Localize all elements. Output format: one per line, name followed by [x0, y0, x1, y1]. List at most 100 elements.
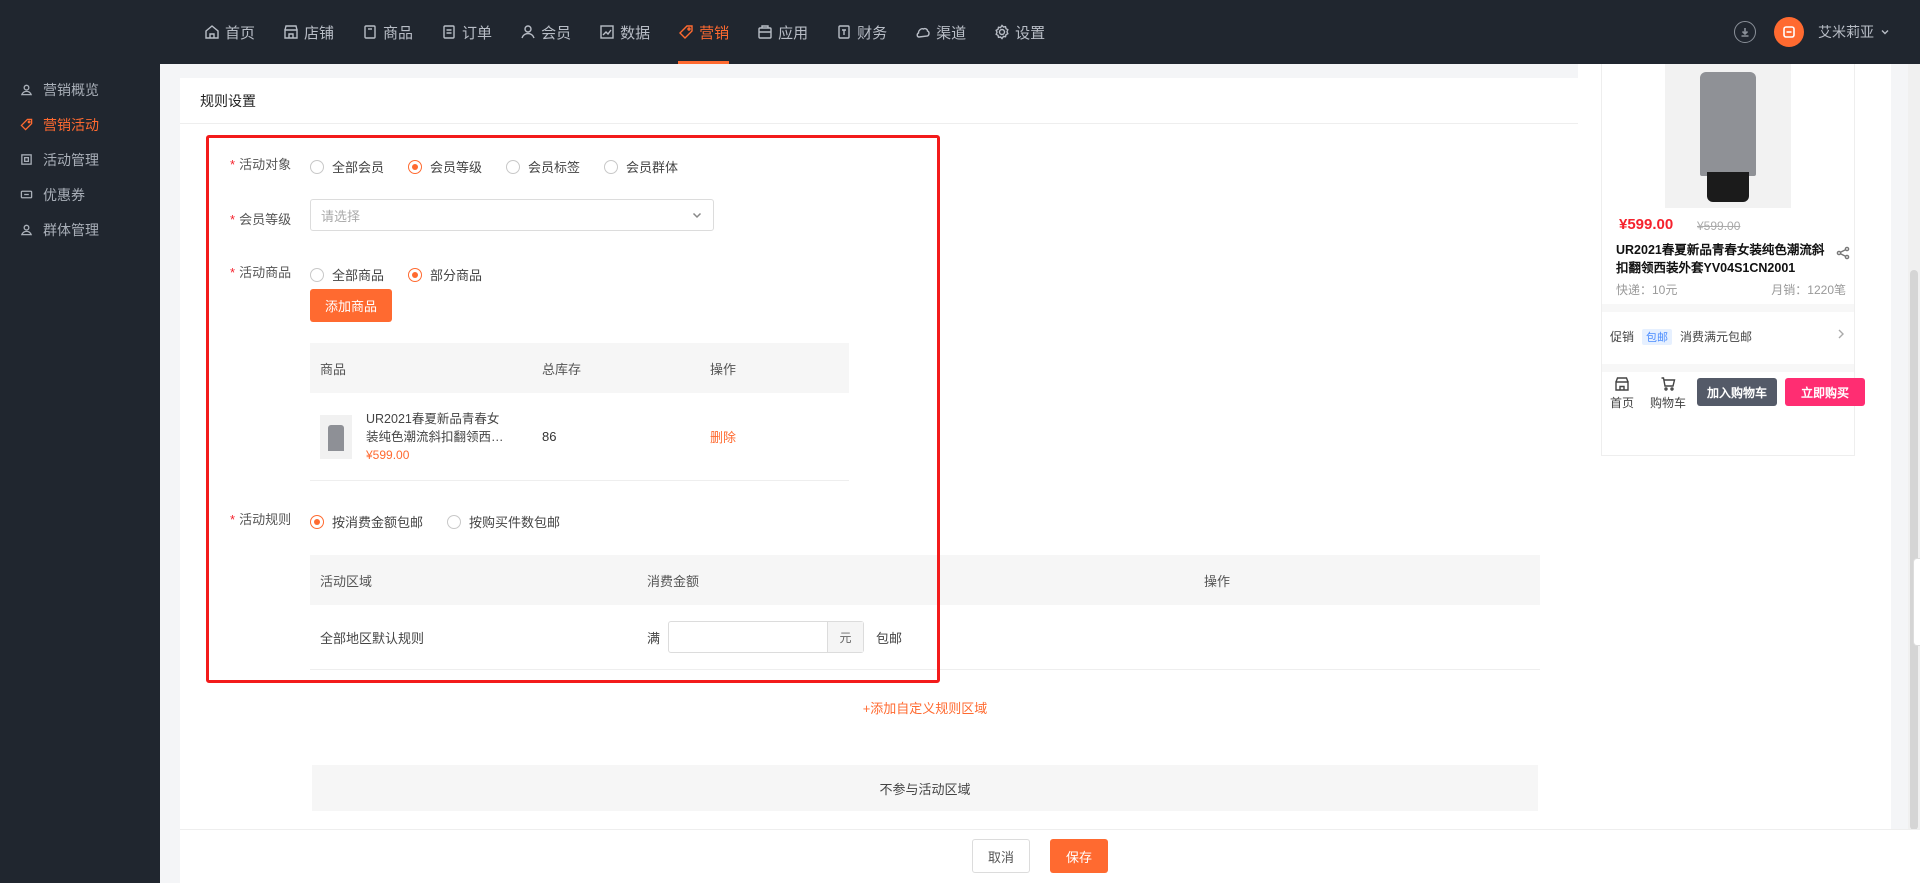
radio-dot[interactable] — [604, 159, 619, 174]
nav-item-channel[interactable]: 渠道 — [901, 0, 980, 64]
radio-partial-goods[interactable]: 部分商品 — [408, 265, 482, 284]
radio-label: 全部商品 — [332, 268, 385, 283]
download-icon[interactable] — [1734, 21, 1756, 43]
nav-item-store[interactable]: 店铺 — [269, 0, 348, 64]
level-label: * 会员等级 — [230, 209, 291, 228]
promo-text: 消费满元包邮 — [1680, 330, 1753, 344]
preview-old-price: ¥599.00 — [1697, 219, 1741, 233]
user-name[interactable]: 艾米莉亚 — [1818, 22, 1874, 42]
radio-all-goods[interactable]: 全部商品 — [310, 265, 384, 284]
sidebar-item-activities[interactable]: 营销活动 — [0, 107, 160, 142]
radio-dot[interactable] — [310, 514, 324, 529]
radio-dot[interactable] — [506, 159, 521, 174]
chevron-down-icon[interactable] — [1880, 27, 1890, 37]
sidebar-item-label: 营销概览 — [43, 81, 99, 98]
share-icon[interactable] — [1836, 246, 1850, 260]
add-region-link[interactable]: +添加自定义规则区域 — [310, 698, 1540, 717]
buy-now-button[interactable]: 立即购买 — [1785, 378, 1865, 406]
radio-label: 全部会员 — [332, 160, 385, 175]
add-to-cart-button[interactable]: 加入购物车 — [1697, 378, 1777, 406]
rule-table-header: 活动区域 消费金额 操作 — [310, 555, 1540, 605]
sidebar-item-overview[interactable]: 营销概览 — [0, 72, 160, 107]
goods-cell: UR2021春夏新品青春女装纯色潮流斜扣翻领西装外套YV04S1CN2001 ¥… — [310, 410, 542, 464]
radio-label: 按消费金额包邮 — [332, 515, 424, 530]
main-nav: 首页 店铺 商品 订单 会员 数据 营销 应用 财务 渠道 设置 — [190, 0, 1059, 64]
nav-item-app[interactable]: 应用 — [743, 0, 822, 64]
nav-item-data[interactable]: 数据 — [585, 0, 664, 64]
radio-member-tag[interactable]: 会员标签 — [506, 157, 580, 176]
save-button[interactable]: 保存 — [1050, 839, 1108, 873]
user-icon — [20, 84, 33, 96]
calendar-icon — [21, 154, 32, 165]
table-row: UR2021春夏新品青春女装纯色潮流斜扣翻领西装外套YV04S1CN2001 ¥… — [310, 393, 849, 481]
radio-by-quantity[interactable]: 按购买件数包邮 — [447, 512, 560, 531]
avatar[interactable] — [1774, 17, 1804, 47]
member-level-select[interactable]: 请选择 — [310, 199, 714, 231]
side-drawer-handle[interactable] — [1913, 558, 1920, 646]
product-info: UR2021春夏新品青春女装纯色潮流斜扣翻领西装外套YV04S1CN2001 ¥… — [366, 410, 510, 464]
required-mark: * — [230, 512, 236, 527]
col-region: 活动区域 — [320, 573, 373, 589]
radio-dot[interactable] — [408, 159, 423, 174]
delete-link[interactable]: 删除 — [710, 430, 736, 445]
add-goods-button[interactable]: 添加商品 — [310, 289, 392, 322]
goods-table: 商品 总库存 操作 UR2021春夏新品青春女装纯色潮流斜扣翻领西装外套YV04… — [310, 343, 849, 481]
radio-by-amount[interactable]: 按消费金额包邮 — [310, 512, 423, 531]
radio-member-group[interactable]: 会员群体 — [604, 157, 678, 176]
preview-promo: 促销 包邮 消费满元包邮 — [1610, 328, 1752, 345]
goods-label: * 活动商品 — [230, 262, 291, 281]
nav-label: 商品 — [383, 24, 414, 42]
radio-dot[interactable] — [310, 159, 324, 174]
amount-unit: 元 — [827, 622, 864, 652]
preview-panel: ¥599.00 ¥599.00 UR2021春夏新品青春女装纯色潮流斜扣翻领西装… — [1578, 64, 1891, 829]
rule-radio-group: 按消费金额包邮 按购买件数包邮 — [310, 512, 584, 531]
nav-label: 店铺 — [304, 24, 335, 42]
store-icon — [284, 25, 298, 39]
radio-label: 按购买件数包邮 — [469, 515, 561, 530]
nav-item-order[interactable]: 订单 — [427, 0, 506, 64]
tag-icon — [20, 118, 33, 131]
sidebar-item-label: 优惠券 — [43, 186, 85, 203]
radio-dot[interactable] — [310, 267, 324, 282]
sidebar-item-activity-manage[interactable]: 活动管理 — [0, 142, 160, 177]
required-mark: * — [230, 265, 236, 280]
required-mark: * — [230, 212, 236, 227]
user-area: 艾米莉亚 — [1734, 0, 1890, 64]
region-cell: 全部地区默认规则 — [320, 630, 425, 646]
preview-cart[interactable]: 购物车 — [1650, 376, 1686, 411]
radio-dot[interactable] — [408, 267, 423, 282]
amount-input[interactable]: 元 — [668, 621, 865, 653]
radio-label: 会员标签 — [528, 160, 581, 175]
goods-icon — [364, 25, 376, 39]
stock-cell: 86 — [542, 429, 557, 444]
cart-label: 购物车 — [1650, 396, 1687, 410]
radio-dot[interactable] — [447, 514, 462, 529]
promo-label: 促销 — [1610, 330, 1635, 344]
nav-item-home[interactable]: 首页 — [190, 0, 269, 64]
preview-sales: 月销：1220笔 — [1771, 283, 1846, 297]
nav-item-finance[interactable]: 财务 — [822, 0, 901, 64]
store-icon — [1615, 377, 1629, 391]
cancel-button[interactable]: 取消 — [972, 839, 1030, 873]
radio-member-level[interactable]: 会员等级 — [408, 157, 482, 176]
nav-item-marketing[interactable]: 营销 — [664, 0, 743, 64]
nav-item-settings[interactable]: 设置 — [980, 0, 1059, 64]
sidebar-item-label: 营销活动 — [43, 116, 99, 133]
preview-card: ¥599.00 ¥599.00 UR2021春夏新品青春女装纯色潮流斜扣翻领西装… — [1601, 64, 1865, 456]
nav-item-goods[interactable]: 商品 — [348, 0, 427, 64]
app-icon — [758, 25, 772, 39]
sidebar: 营销概览 营销活动 活动管理 优惠券 群体管理 — [0, 64, 160, 883]
sidebar-item-coupon[interactable]: 优惠券 — [0, 177, 160, 212]
nav-item-member[interactable]: 会员 — [506, 0, 585, 64]
radio-all-members[interactable]: 全部会员 — [310, 157, 384, 176]
preview-shipping: 快递：10元 — [1616, 283, 1678, 297]
scrollbar-thumb[interactable] — [1910, 270, 1918, 830]
chevron-right-icon[interactable] — [1836, 328, 1846, 340]
sidebar-item-group[interactable]: 群体管理 — [0, 212, 160, 247]
amount-prefix: 满 — [647, 630, 661, 646]
preview-home[interactable]: 首页 — [1610, 376, 1634, 411]
finance-icon — [838, 25, 850, 39]
exclude-region-bar[interactable]: 不参与活动区域 — [312, 765, 1538, 811]
top-bar: 首页 店铺 商品 订单 会员 数据 营销 应用 财务 渠道 设置 艾米莉亚 — [0, 0, 1920, 64]
card-title: 规则设置 — [180, 78, 1580, 124]
